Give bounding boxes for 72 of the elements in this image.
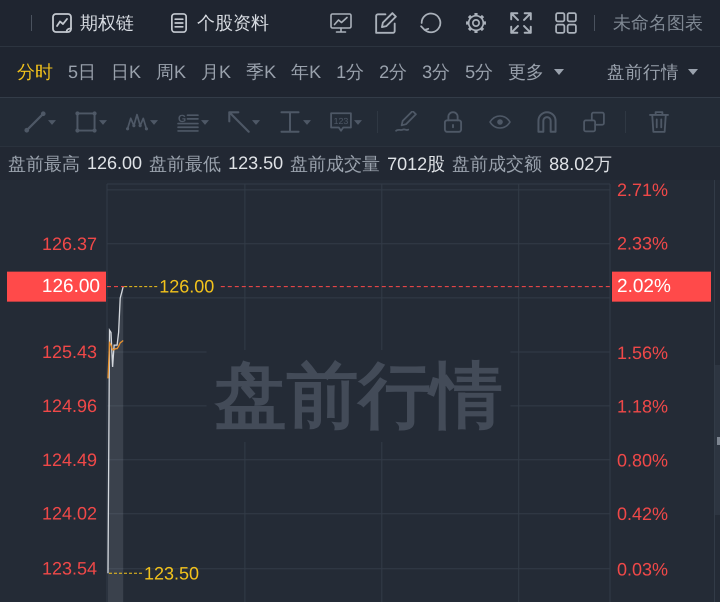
low-price-label: 123.50 (144, 563, 200, 584)
current-price-tag: 126.00 (7, 272, 106, 302)
percent-axis-label: 1.56% (617, 342, 668, 363)
edit-icon[interactable] (375, 12, 397, 34)
price-axis-label: 124.02 (42, 504, 97, 524)
stat-label: 盘前成交量 (290, 152, 380, 176)
chart-document-icon (52, 13, 72, 33)
price-axis-label: 126.37 (42, 234, 97, 254)
period-tab[interactable]: 5日 (68, 60, 96, 84)
caret-icon[interactable] (150, 120, 158, 124)
period-tab[interactable]: 周K (156, 60, 186, 84)
more-periods-dropdown[interactable]: 更多 (508, 60, 564, 84)
stat-label: 盘前最高 (8, 152, 80, 176)
high-price-label: 126.00 (159, 276, 214, 297)
pencil-icon[interactable] (395, 111, 417, 133)
layout-name[interactable]: 未命名图表 (613, 11, 703, 35)
rectangle-tool-icon[interactable] (75, 111, 97, 133)
stat-label: 盘前成交额 (452, 152, 542, 176)
high-price-leader (124, 286, 159, 288)
measure-tool-icon[interactable] (279, 111, 301, 133)
caret-icon[interactable] (252, 120, 260, 124)
arrow-tool-icon[interactable] (228, 111, 250, 133)
trash-icon[interactable] (648, 111, 670, 133)
settings-icon[interactable] (465, 12, 487, 34)
stat-value: 123.50 (228, 153, 284, 174)
stock-profile-link[interactable]: 个股资料 (169, 11, 269, 35)
period-tab[interactable]: 年K (291, 60, 322, 84)
price-axis-label: 123.54 (42, 558, 97, 579)
percent-axis-label: 0.42% (617, 504, 668, 524)
period-tab[interactable]: 月K (201, 60, 232, 84)
period-tab[interactable]: 5分 (465, 60, 494, 84)
copy-icon[interactable] (583, 111, 605, 133)
session-dropdown[interactable]: 盘前行情 (607, 60, 698, 84)
caret-icon[interactable] (201, 120, 209, 124)
wave-tool-icon[interactable] (126, 111, 148, 133)
caret-icon (554, 69, 564, 75)
period-tab[interactable]: 分时 (17, 60, 53, 84)
period-tab[interactable]: 1分 (336, 60, 364, 84)
low-price-leader (108, 572, 144, 574)
period-tab[interactable]: 3分 (422, 60, 450, 84)
caret-icon[interactable] (354, 120, 362, 124)
stat-value: 88.02万 (549, 152, 612, 176)
scrollbar[interactable] (715, 365, 720, 515)
caret-icon[interactable] (303, 120, 311, 124)
price-axis-label: 124.49 (42, 450, 97, 470)
option-chain-link[interactable]: 期权链 (52, 11, 134, 35)
caret-icon (688, 69, 698, 75)
period-tab[interactable]: 2分 (379, 60, 408, 84)
scrollbar-thumb[interactable] (717, 437, 720, 445)
caret-icon[interactable] (48, 120, 56, 124)
price-axis-label: 124.96 (42, 396, 97, 416)
stat-label: 盘前最低 (149, 152, 222, 176)
line-tool-icon[interactable] (24, 111, 46, 133)
period-tab[interactable]: 季K (246, 60, 276, 84)
stat-value: 7012股 (387, 152, 446, 176)
grid-icon[interactable] (555, 12, 577, 34)
lock-icon[interactable] (442, 111, 464, 133)
period-tab[interactable]: 日K (111, 60, 142, 84)
stat-value: 126.00 (87, 153, 142, 174)
monitor-chart-icon[interactable] (330, 12, 352, 34)
percent-axis-label: 2.71% (617, 180, 668, 200)
document-icon (169, 13, 189, 33)
change-percent-tag: 2.02% (612, 272, 711, 302)
fullscreen-icon[interactable] (510, 12, 532, 34)
caret-icon[interactable] (99, 120, 107, 124)
percent-axis-label: 0.03% (617, 559, 668, 580)
percent-axis-label: 0.80% (617, 450, 668, 470)
percent-axis-label: 1.18% (617, 396, 668, 417)
percent-axis-label: 2.33% (617, 234, 668, 254)
refresh-icon[interactable] (420, 12, 442, 34)
magnet-icon[interactable] (536, 111, 558, 133)
price-axis-label: 125.43 (42, 342, 97, 362)
